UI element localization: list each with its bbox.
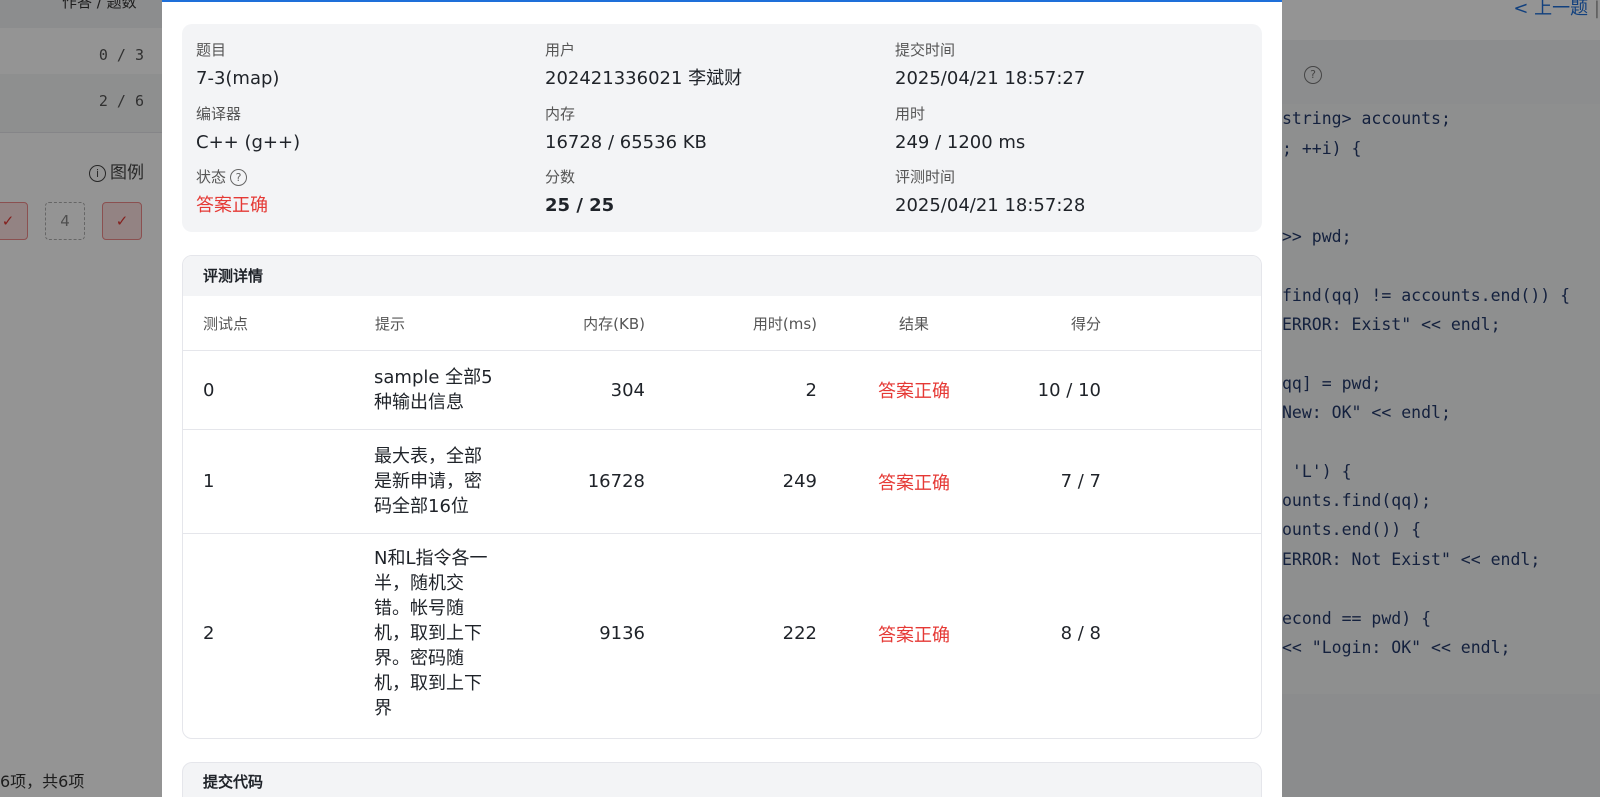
test-memory: 304 <box>494 350 646 430</box>
test-score: 7 / 7 <box>1010 429 1102 534</box>
problem-field: 题目 7-3(map) <box>196 40 279 92</box>
user-value: 202421336021 李斌财 <box>545 68 743 89</box>
table-row: 2 N和L指令各一半，随机交错。帐号随机，取到上下界。密码随机，取到上下界 91… <box>183 534 1261 734</box>
submit-time-value: 2025/04/21 18:57:27 <box>895 68 1086 89</box>
test-hint: sample 全部5种输出信息 <box>374 350 494 430</box>
problem-value: 7-3(map) <box>196 68 280 89</box>
test-score: 10 / 10 <box>1010 350 1102 430</box>
score-field: 分数 25 / 25 <box>545 167 614 219</box>
column-header: 内存(KB) <box>494 296 646 351</box>
section-title: 提交代码 <box>203 773 264 791</box>
compiler-value: C++ (g++) <box>196 132 301 153</box>
submitted-code-section: 提交代码 <box>182 762 1262 797</box>
judge-details-section: 评测详情 测试点 提示 内存(KB) 用时(ms) 结果 得分 0 sample… <box>182 255 1262 739</box>
column-header: 结果 <box>818 296 1010 351</box>
compiler-field: 编译器 C++ (g++) <box>196 104 300 156</box>
test-time: 249 <box>646 429 818 534</box>
test-case-table: 测试点 提示 内存(KB) 用时(ms) 结果 得分 0 sample 全部5种… <box>183 296 1261 734</box>
test-time: 2 <box>646 350 818 430</box>
memory-value: 16728 / 65536 KB <box>545 132 707 153</box>
test-memory: 9136 <box>599 623 645 645</box>
judge-time-value: 2025/04/21 18:57:28 <box>895 195 1086 216</box>
status-field: 状态? 答案正确 <box>196 167 268 219</box>
submit-time-field: 提交时间 2025/04/21 18:57:27 <box>895 40 1085 92</box>
submission-summary-card: 题目 7-3(map) 用户 202421336021 李斌财 提交时间 202… <box>182 24 1262 232</box>
column-header: 测试点 <box>183 296 374 351</box>
submission-detail-modal: 题目 7-3(map) 用户 202421336021 李斌财 提交时间 202… <box>162 0 1282 797</box>
status-value: 答案正确 <box>196 195 268 216</box>
test-hint: 最大表，全部是新申请，密码全部16位 <box>374 429 494 534</box>
section-title: 评测详情 <box>183 256 1261 296</box>
test-score: 8 / 8 <box>1060 623 1101 645</box>
test-id: 0 <box>183 350 374 430</box>
test-id: 1 <box>183 429 374 534</box>
table-row: 0 sample 全部5种输出信息 304 2 答案正确 10 / 10 <box>183 350 1261 430</box>
time-field: 用时 249 / 1200 ms <box>895 104 1025 156</box>
column-header: 得分 <box>1010 296 1102 351</box>
test-result: 答案正确 <box>818 429 1010 534</box>
user-field: 用户 202421336021 李斌财 <box>545 40 742 92</box>
table-row: 1 最大表，全部是新申请，密码全部16位 16728 249 答案正确 7 / … <box>183 429 1261 534</box>
test-result: 答案正确 <box>878 624 950 646</box>
test-id: 2 <box>203 623 215 645</box>
column-header: 提示 <box>374 296 494 351</box>
time-value: 249 / 1200 ms <box>895 132 1026 153</box>
test-result: 答案正确 <box>818 350 1010 430</box>
test-time: 222 <box>782 623 817 645</box>
test-hint: N和L指令各一半，随机交错。帐号随机，取到上下界。密码随机，取到上下界 <box>374 548 488 720</box>
judge-time-field: 评测时间 2025/04/21 18:57:28 <box>895 167 1085 219</box>
column-header: 用时(ms) <box>646 296 818 351</box>
score-value: 25 / 25 <box>545 195 615 216</box>
help-icon[interactable]: ? <box>230 169 248 186</box>
memory-field: 内存 16728 / 65536 KB <box>545 104 707 156</box>
table-header-row: 测试点 提示 内存(KB) 用时(ms) 结果 得分 <box>183 296 1261 351</box>
test-memory: 16728 <box>494 429 646 534</box>
